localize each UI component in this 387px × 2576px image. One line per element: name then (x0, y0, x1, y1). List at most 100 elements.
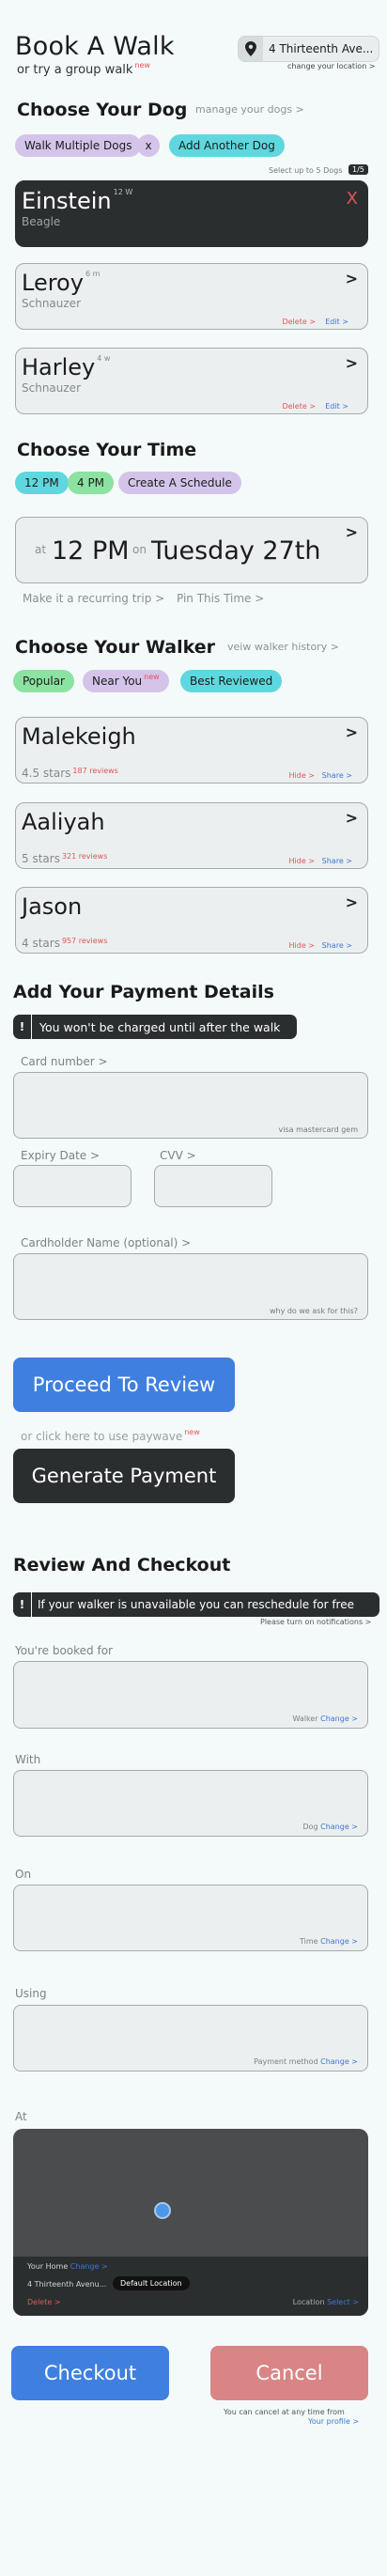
walk-multiple-dogs-chip[interactable]: Walk Multiple Dogs (15, 134, 142, 157)
dog-card-einstein[interactable]: Einstein 12 W Beagle X (15, 180, 368, 247)
chevron-right-icon: > (345, 270, 358, 287)
share-walker-link[interactable]: Share > (322, 771, 352, 780)
cardholder-name-input[interactable]: why do we ask for this? (13, 1253, 368, 1320)
checkout-button[interactable]: Checkout (11, 2346, 169, 2400)
time-summary-field: Time Change > (13, 1885, 368, 1951)
edit-dog-link[interactable]: Edit > (325, 318, 348, 326)
dog-breed: Beagle (22, 215, 61, 228)
home-change-link[interactable]: Change > (70, 2262, 108, 2271)
dog-breed: Schnauzer (22, 297, 81, 310)
delete-dog-link[interactable]: Delete > (282, 318, 316, 326)
walker-card-malekeigh[interactable]: Malekeigh 4.5 stars 187 reviews > Hide > … (15, 717, 368, 784)
date-value: Tuesday 27th (151, 536, 321, 566)
with-label: With (15, 1753, 41, 1766)
booked-for-label: You're booked for (15, 1644, 113, 1657)
cancel-button[interactable]: Cancel (210, 2346, 368, 2400)
clear-chip-button[interactable]: x (137, 134, 160, 157)
cancel-note: You can cancel at any time from (224, 2408, 345, 2416)
location-map[interactable]: Your Home Change > 4 Thirteenth Avenu...… (13, 2129, 368, 2316)
walker-name: Aaliyah (22, 809, 105, 835)
dog-change-link[interactable]: Dog Change > (302, 1823, 358, 1831)
walker-reviews: 957 reviews (61, 937, 108, 945)
choose-walker-title: Choose Your Walker (15, 637, 215, 658)
change-location-link[interactable]: change your location > (287, 62, 376, 70)
near-you-filter-chip[interactable]: Near You new (83, 670, 169, 692)
choose-time-title: Choose Your Time (17, 440, 197, 460)
dog-summary-field: Dog Change > (13, 1770, 368, 1837)
time-change-link[interactable]: Time Change > (300, 1937, 358, 1946)
chevron-right-icon: > (345, 354, 358, 372)
card-number-input[interactable]: visa mastercard gem (13, 1072, 368, 1139)
delete-dog-link[interactable]: Delete > (282, 402, 316, 411)
recurring-trip-link[interactable]: Make it a recurring trip > (23, 592, 164, 605)
delete-location-link[interactable]: Delete > (27, 2298, 61, 2306)
select-location-link[interactable]: Location Select > (293, 2298, 359, 2306)
reschedule-info-banner: ! If your walker is unavailable you can … (13, 1592, 379, 1617)
profile-link[interactable]: Your profile > (308, 2417, 359, 2426)
time-chip-4pm[interactable]: 4 PM (68, 472, 115, 494)
reschedule-banner-text: If your walker is unavailable you can re… (38, 1598, 354, 1611)
at-label: at (35, 543, 47, 556)
expiry-date-input[interactable] (13, 1165, 132, 1207)
cardholder-label: Cardholder Name (optional) > (21, 1236, 192, 1249)
dog-card-harley[interactable]: Harley 4 w Schnauzer > Delete > Edit > (15, 348, 368, 414)
add-another-dog-chip[interactable]: Add Another Dog (169, 134, 285, 157)
paywave-link[interactable]: or click here to use paywave new (21, 1428, 200, 1443)
best-reviewed-filter-chip[interactable]: Best Reviewed (180, 670, 283, 692)
at-label: At (15, 2110, 27, 2123)
choose-dog-title: Choose Your Dog (17, 100, 188, 120)
selected-time-card[interactable]: at 12 PM on Tuesday 27th > (15, 517, 368, 583)
chevron-right-icon: > (345, 893, 358, 911)
walker-change-link[interactable]: Walker Change > (292, 1715, 358, 1723)
location-pin-icon (239, 37, 263, 61)
why-ask-hint[interactable]: why do we ask for this? (270, 1307, 358, 1315)
dog-name: Leroy 6 m (22, 270, 101, 296)
location-marker-icon (154, 2202, 171, 2219)
time-value: 12 PM (52, 536, 130, 566)
hide-walker-link[interactable]: Hide > (289, 771, 315, 780)
share-walker-link[interactable]: Share > (322, 857, 352, 865)
pin-time-link[interactable]: Pin This Time > (177, 592, 264, 605)
walker-card-jason[interactable]: Jason 4 stars 957 reviews > Hide > Share … (15, 887, 368, 954)
dog-name: Einstein 12 W (22, 188, 133, 214)
payment-banner-text: You won't be charged until after the wal… (39, 1019, 281, 1034)
group-walk-text: or try a group walk (17, 63, 133, 77)
chevron-right-icon: > (345, 523, 358, 541)
edit-dog-link[interactable]: Edit > (325, 402, 348, 411)
alert-icon: ! (13, 1015, 32, 1039)
dog-age: 4 w (97, 354, 111, 363)
walker-rating: 4 stars 957 reviews (22, 937, 108, 950)
payment-info-banner: ! You won't be charged until after the w… (13, 1015, 297, 1039)
payment-summary-field: Payment method Change > (13, 2005, 368, 2072)
walker-history-link[interactable]: veiw walker history > (227, 641, 339, 653)
time-chip-12pm[interactable]: 12 PM (15, 472, 69, 494)
hide-walker-link[interactable]: Hide > (289, 941, 315, 950)
walker-card-aaliyah[interactable]: Aaliyah 5 stars 321 reviews > Hide > Shar… (15, 802, 368, 869)
default-location-badge: Default Location (113, 2276, 190, 2290)
alert-icon: ! (13, 1592, 32, 1617)
select-count-badge: 1/5 (348, 164, 368, 175)
walker-rating: 4.5 stars 187 reviews (22, 767, 118, 780)
location-selector[interactable]: 4 Thirteenth Ave... (238, 36, 379, 62)
cvv-input[interactable] (154, 1165, 272, 1207)
hide-walker-link[interactable]: Hide > (289, 857, 315, 865)
walker-name: Malekeigh (22, 723, 136, 750)
deselect-dog-icon[interactable]: X (347, 189, 358, 209)
manage-dogs-link[interactable]: manage your dogs > (195, 103, 304, 116)
chevron-right-icon: > (345, 723, 358, 741)
dog-age: 6 m (85, 270, 101, 278)
payment-change-link[interactable]: Payment method Change > (254, 2057, 358, 2066)
share-walker-link[interactable]: Share > (322, 941, 352, 950)
generate-payment-button[interactable]: Generate Payment (13, 1449, 235, 1503)
proceed-to-review-button[interactable]: Proceed To Review (13, 1358, 235, 1412)
popular-filter-chip[interactable]: Popular (13, 670, 74, 692)
dog-name: Harley 4 w (22, 354, 111, 380)
card-types-hint: visa mastercard gem (278, 1125, 358, 1134)
home-label-row: Your Home Change > (27, 2262, 108, 2271)
dog-card-leroy[interactable]: Leroy 6 m Schnauzer > Delete > Edit > (15, 263, 368, 330)
on-label: on (132, 543, 147, 556)
create-schedule-chip[interactable]: Create A Schedule (118, 472, 241, 494)
group-walk-link[interactable]: or try a group walk new (17, 61, 150, 77)
notifications-link[interactable]: Please turn on notifications > (260, 1618, 371, 1626)
on-label: On (15, 1868, 32, 1881)
